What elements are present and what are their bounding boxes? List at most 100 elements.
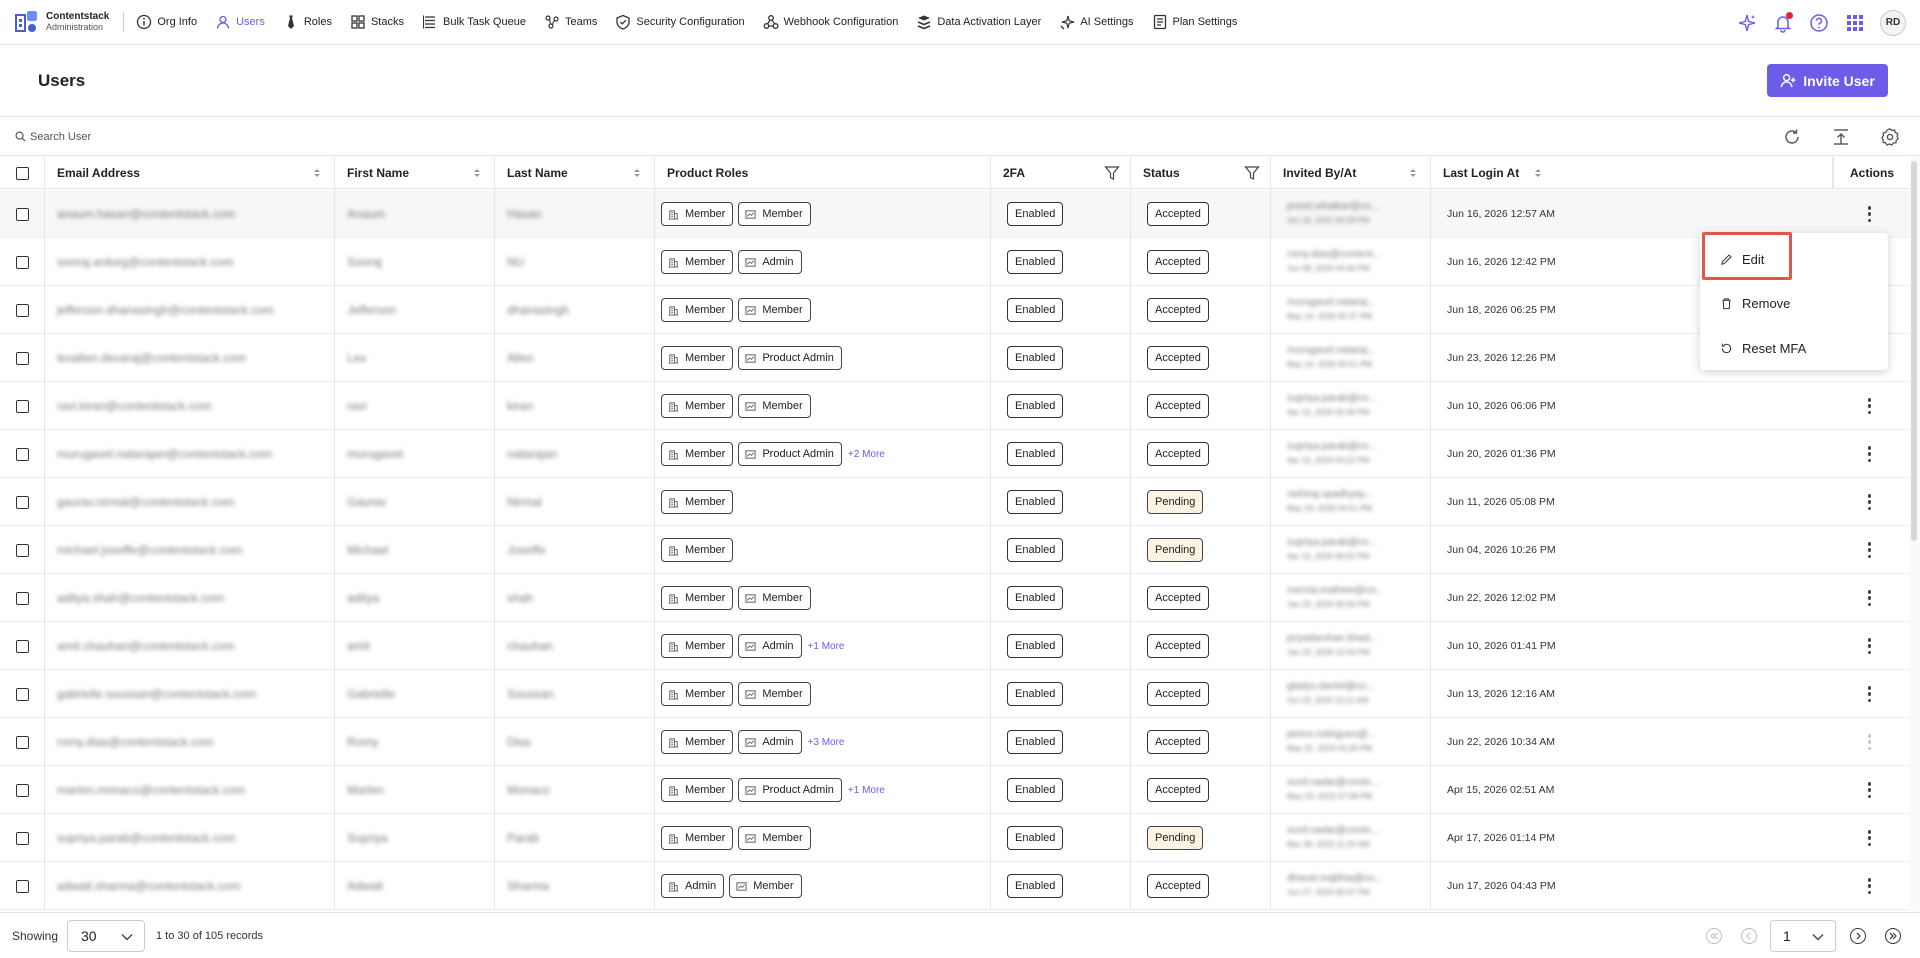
row-checkbox[interactable]: [15, 543, 29, 557]
role-tag[interactable]: Member: [738, 394, 811, 418]
table-row[interactable]: anaum.hasan@contentstack.com Anaum Hasan Me…: [0, 190, 1910, 238]
page-number-select[interactable]: 1: [1770, 920, 1836, 952]
ai-sparkle-button[interactable]: [1736, 12, 1758, 34]
nav-item-org-info[interactable]: Org Info: [136, 0, 197, 45]
menu-item-edit[interactable]: Edit: [1700, 240, 1888, 278]
row-checkbox[interactable]: [15, 831, 29, 845]
row-actions-button[interactable]: [1833, 814, 1906, 862]
table-row[interactable]: romy.dias@contentstack.com Romy Dias Member…: [0, 718, 1910, 766]
role-tag[interactable]: Member: [661, 682, 734, 706]
role-tag[interactable]: Admin: [738, 634, 802, 658]
table-row[interactable]: supriya.parab@contentstack.com Supriya Par…: [0, 814, 1910, 862]
nav-item-stacks[interactable]: Stacks: [350, 0, 404, 45]
table-row[interactable]: lexallen.devaraj@contentstack.com Lex Alle…: [0, 334, 1910, 382]
nav-item-roles[interactable]: Roles: [283, 0, 332, 45]
sort-icon[interactable]: [1535, 169, 1542, 177]
sort-icon[interactable]: [1410, 169, 1416, 177]
row-checkbox[interactable]: [15, 639, 29, 653]
more-roles-link[interactable]: +1 More: [848, 785, 885, 796]
menu-item-reset-mfa[interactable]: Reset MFA: [1700, 329, 1888, 367]
role-tag[interactable]: Member: [738, 826, 811, 850]
role-tag[interactable]: Member: [661, 490, 734, 514]
role-tag[interactable]: Admin: [738, 250, 802, 274]
table-row[interactable]: jefferson.dhanasingh@contentstack.com Jef…: [0, 286, 1910, 334]
nav-item-security-configuration[interactable]: Security Configuration: [615, 0, 745, 45]
export-button[interactable]: [1831, 127, 1851, 147]
column-header-first-name[interactable]: First Name: [335, 157, 495, 189]
table-settings-button[interactable]: [1880, 127, 1900, 147]
row-actions-button[interactable]: [1833, 574, 1906, 622]
role-tag[interactable]: Admin: [661, 874, 725, 898]
row-checkbox[interactable]: [15, 591, 29, 605]
role-tag[interactable]: Member: [738, 298, 811, 322]
row-checkbox[interactable]: [15, 879, 29, 893]
table-row[interactable]: marlen.monaco@contentstack.com Marlen Mona…: [0, 766, 1910, 814]
nav-item-bulk-task-queue[interactable]: Bulk Task Queue: [422, 0, 526, 45]
scrollbar-thumb[interactable]: [1911, 161, 1917, 541]
table-row[interactable]: murugavel.natarajan@contentstack.com muru…: [0, 430, 1910, 478]
row-checkbox[interactable]: [15, 783, 29, 797]
refresh-button[interactable]: [1782, 127, 1802, 147]
role-tag[interactable]: Member: [661, 778, 734, 802]
row-checkbox[interactable]: [15, 495, 29, 509]
nav-item-webhook-configuration[interactable]: Webhook Configuration: [763, 0, 898, 45]
nav-item-teams[interactable]: Teams: [544, 0, 597, 45]
filter-icon[interactable]: [1104, 165, 1120, 181]
help-button[interactable]: [1808, 12, 1830, 34]
table-scrollbar[interactable]: [1909, 157, 1920, 911]
role-tag[interactable]: Product Admin: [738, 778, 842, 802]
table-row[interactable]: sooraj.ardurg@contentstack.com Sooraj NU Me…: [0, 238, 1910, 286]
role-tag[interactable]: Member: [661, 346, 734, 370]
previous-page-button[interactable]: [1741, 928, 1757, 944]
brand[interactable]: Contentstack Administration: [0, 0, 109, 45]
role-tag[interactable]: Member: [661, 394, 734, 418]
more-roles-link[interactable]: +1 More: [808, 641, 845, 652]
sort-icon[interactable]: [314, 169, 320, 177]
row-actions-button[interactable]: [1833, 526, 1906, 574]
row-actions-button[interactable]: [1833, 478, 1906, 526]
nav-item-ai-settings[interactable]: AI Settings: [1059, 0, 1134, 45]
column-header-last-name[interactable]: Last Name: [495, 157, 655, 189]
row-actions-button[interactable]: [1833, 766, 1906, 814]
more-roles-link[interactable]: +2 More: [848, 449, 885, 460]
row-actions-button[interactable]: [1833, 718, 1906, 766]
role-tag[interactable]: Member: [661, 442, 734, 466]
next-page-button[interactable]: [1850, 928, 1866, 944]
row-checkbox[interactable]: [15, 399, 29, 413]
row-checkbox[interactable]: [15, 207, 29, 221]
table-row[interactable]: ravi.kiran@contentstack.com ravi kiran Memb…: [0, 382, 1910, 430]
role-tag[interactable]: Product Admin: [738, 346, 842, 370]
column-header-email[interactable]: Email Address: [45, 157, 335, 189]
row-actions-button[interactable]: [1833, 430, 1906, 478]
role-tag[interactable]: Member: [729, 874, 802, 898]
role-tag[interactable]: Member: [661, 826, 734, 850]
nav-item-users[interactable]: Users: [215, 0, 265, 45]
table-row[interactable]: gaurav.nirmal@contentstack.com Gaurav Nirm…: [0, 478, 1910, 526]
row-checkbox[interactable]: [15, 255, 29, 269]
role-tag[interactable]: Member: [661, 538, 734, 562]
row-checkbox[interactable]: [15, 351, 29, 365]
row-checkbox[interactable]: [15, 735, 29, 749]
role-tag[interactable]: Member: [661, 730, 734, 754]
first-page-button[interactable]: [1706, 928, 1722, 944]
row-actions-button[interactable]: [1833, 382, 1906, 430]
user-avatar[interactable]: RD: [1880, 9, 1906, 36]
table-row[interactable]: aditya.shah@contentstack.com aditya shah Me…: [0, 574, 1910, 622]
row-actions-button[interactable]: [1833, 670, 1906, 718]
role-tag[interactable]: Member: [738, 682, 811, 706]
row-actions-button[interactable]: [1833, 622, 1906, 670]
row-actions-button[interactable]: [1833, 862, 1906, 910]
role-tag[interactable]: Member: [661, 202, 734, 226]
per-page-select[interactable]: 30: [67, 920, 145, 952]
column-header-invited[interactable]: Invited By/At: [1271, 157, 1431, 189]
filter-icon[interactable]: [1244, 165, 1260, 181]
role-tag[interactable]: Member: [661, 634, 734, 658]
table-row[interactable]: michael.joseffe@contentstack.com Michael J…: [0, 526, 1910, 574]
invite-user-button[interactable]: Invite User: [1767, 64, 1888, 97]
table-row[interactable]: amit.chauhan@contentstack.com amit chauhan…: [0, 622, 1910, 670]
nav-item-data-activation-layer[interactable]: Data Activation Layer: [916, 0, 1041, 45]
role-tag[interactable]: Product Admin: [738, 442, 842, 466]
column-header-last-login[interactable]: Last Login At: [1431, 157, 1833, 189]
notifications-button[interactable]: [1772, 11, 1794, 34]
role-tag[interactable]: Member: [738, 202, 811, 226]
